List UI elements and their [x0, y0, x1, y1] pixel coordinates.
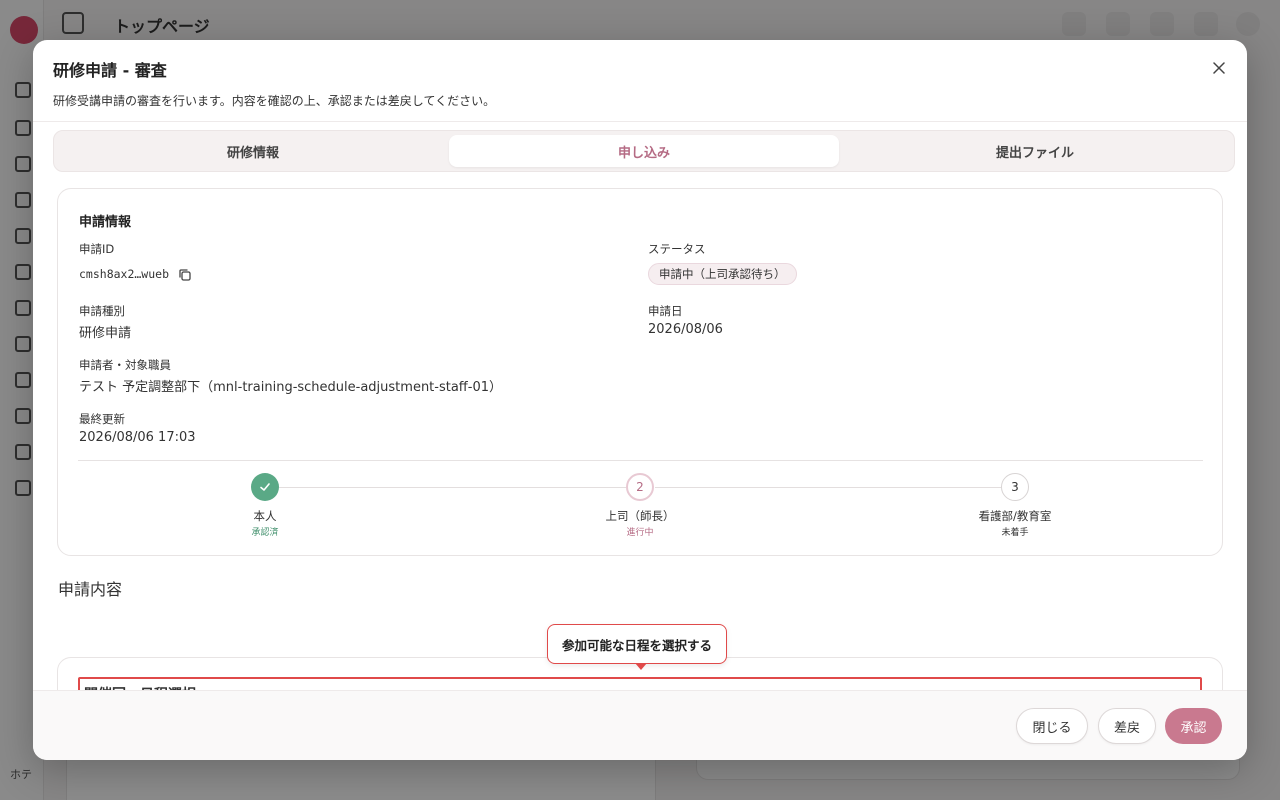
application-id-label: 申請ID [79, 242, 115, 256]
last-updated-label: 最終更新 [79, 412, 125, 426]
guide-tooltip: 参加可能な日程を選択する [547, 624, 728, 664]
application-type-label: 申請種別 [79, 304, 125, 318]
step-1-check-icon [251, 473, 279, 501]
step-2-number: 2 [626, 473, 654, 501]
copy-icon[interactable] [178, 267, 192, 281]
close-button[interactable]: 閉じる [1016, 708, 1088, 744]
application-info-heading: 申請情報 [79, 215, 132, 230]
application-type-value: 研修申請 [79, 326, 132, 341]
step-3-label: 看護部/教育室 [978, 509, 1052, 523]
modal-description: 研修受講申請の審査を行います。内容を確認の上、承認または差戻してください。 [53, 94, 496, 108]
step-3-number: 3 [1001, 473, 1029, 501]
section-title-application-content: 申請内容 [58, 580, 123, 599]
step-1-label: 本人 [253, 509, 277, 523]
review-modal: 研修申請 - 審査 研修受講申請の審査を行います。内容を確認の上、承認または差戻… [33, 40, 1247, 760]
application-info-card: 申請情報 申請ID cmsh8ax2…wueb ステータス 申請中（上司承認待ち… [57, 188, 1223, 556]
modal-title: 研修申請 - 審査 [53, 61, 167, 80]
application-date-value: 2026/08/06 [648, 322, 723, 337]
step-2-status: 進行中 [626, 528, 654, 538]
application-id-value: cmsh8ax2…wueb [79, 267, 170, 281]
return-button[interactable]: 差戻 [1098, 708, 1156, 744]
step-connector [279, 487, 626, 488]
schedule-selection-heading[interactable]: 開催回・日程選択 [78, 677, 1202, 690]
modal-footer: 閉じる 差戻 承認 [33, 690, 1247, 760]
step-1-status: 承認済 [251, 528, 279, 538]
application-date-label: 申請日 [648, 304, 683, 318]
step-3-status: 未着手 [1001, 528, 1029, 538]
tooltip-arrow [635, 663, 647, 670]
status-label: ステータス [648, 242, 706, 256]
status-badge: 申請中（上司承認待ち） [648, 263, 797, 285]
approve-button[interactable]: 承認 [1165, 708, 1222, 744]
applicant-value: テスト 予定調整部下（mnl-training-schedule-adjustm… [79, 380, 502, 395]
close-icon[interactable] [1209, 58, 1229, 78]
step-2-label: 上司（師長） [605, 509, 675, 523]
modal-body[interactable]: 申請情報 申請ID cmsh8ax2…wueb ステータス 申請中（上司承認待ち… [33, 122, 1247, 690]
modal-header: 研修申請 - 審査 研修受講申請の審査を行います。内容を確認の上、承認または差戻… [33, 40, 1247, 122]
divider [78, 460, 1203, 461]
applicant-label: 申請者・対象職員 [79, 358, 171, 372]
step-connector [655, 487, 1001, 488]
last-updated-value: 2026/08/06 17:03 [79, 430, 196, 445]
